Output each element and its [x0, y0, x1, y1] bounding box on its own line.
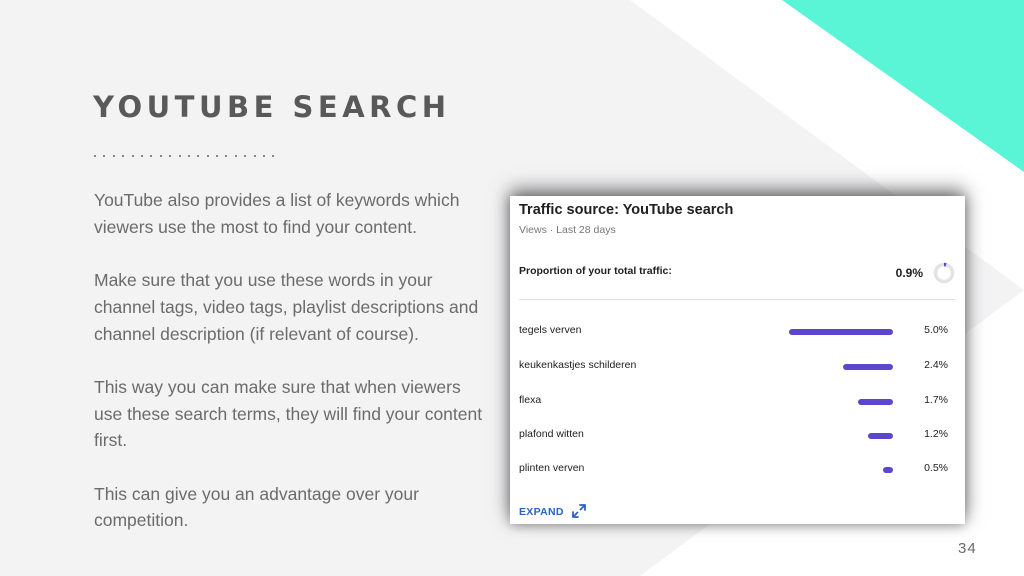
divider-dot — [225, 152, 234, 160]
keyword-bar — [868, 433, 893, 439]
expand-button[interactable]: EXPAND — [519, 506, 564, 518]
keyword-row: tegels verven 5.0% — [510, 324, 965, 344]
dotted-divider — [94, 152, 284, 160]
paragraph-1: YouTube also provides a list of keywords… — [94, 190, 460, 237]
proportion-value: 0.9% — [895, 266, 923, 280]
divider-dot — [216, 152, 225, 160]
card-subtitle: Views · Last 28 days — [519, 224, 616, 236]
keyword-label: keukenkastjes schilderen — [519, 359, 637, 371]
divider-dot — [263, 152, 272, 160]
divider-dot — [159, 152, 169, 160]
paragraph-3: This way you can make sure that when vie… — [94, 376, 483, 451]
divider-dot — [197, 152, 206, 160]
paragraph-4: This can give you an advantage over your… — [94, 483, 419, 531]
divider-dot — [272, 152, 281, 160]
divider-dot — [122, 152, 131, 160]
paragraph-2: Make sure that you use these words in yo… — [94, 270, 479, 344]
divider-dot — [140, 152, 150, 160]
keyword-percent: 1.2% — [924, 428, 948, 440]
keyword-bar — [857, 399, 893, 405]
keyword-percent: 1.7% — [924, 394, 948, 406]
divider-dot — [169, 152, 178, 160]
keyword-label: plinten verven — [519, 462, 585, 474]
divider-dot — [150, 152, 159, 160]
keyword-label: tegels verven — [519, 324, 582, 336]
divider-dot — [94, 152, 103, 160]
proportion-label: Proportion of your total traffic: — [519, 265, 672, 277]
card-divider — [519, 299, 955, 300]
keyword-row: flexa 1.7% — [510, 394, 965, 414]
divider-dot — [206, 152, 216, 160]
keyword-bar — [789, 329, 893, 335]
card-title: Traffic source: YouTube search — [519, 202, 734, 218]
divider-dot — [131, 152, 141, 160]
keyword-row: plafond witten 1.2% — [510, 428, 965, 448]
divider-dot — [178, 152, 188, 160]
keyword-bar — [882, 467, 893, 473]
divider-dot — [187, 152, 197, 160]
slide-title: YOUTUBE SEARCH — [93, 90, 451, 124]
keyword-row: plinten verven 0.5% — [510, 462, 965, 482]
keyword-label: plafond witten — [519, 428, 584, 440]
divider-dot — [103, 152, 112, 160]
divider-dot — [234, 152, 244, 160]
keyword-percent: 5.0% — [924, 324, 948, 336]
expand-arrows-icon[interactable] — [571, 503, 587, 519]
proportion-ring-icon — [933, 262, 955, 284]
keyword-percent: 0.5% — [924, 462, 948, 474]
traffic-source-card: Traffic source: YouTube search Views · L… — [510, 196, 965, 524]
keyword-percent: 2.4% — [924, 359, 948, 371]
keyword-row: keukenkastjes schilderen 2.4% — [510, 359, 965, 379]
divider-dot — [244, 152, 253, 160]
slide-body: YouTube also provides a list of keywords… — [94, 187, 484, 561]
keyword-label: flexa — [519, 394, 542, 406]
page-number: 34 — [958, 540, 977, 557]
keyword-bar — [843, 364, 893, 370]
divider-dot — [112, 152, 122, 160]
divider-dot — [253, 152, 263, 160]
